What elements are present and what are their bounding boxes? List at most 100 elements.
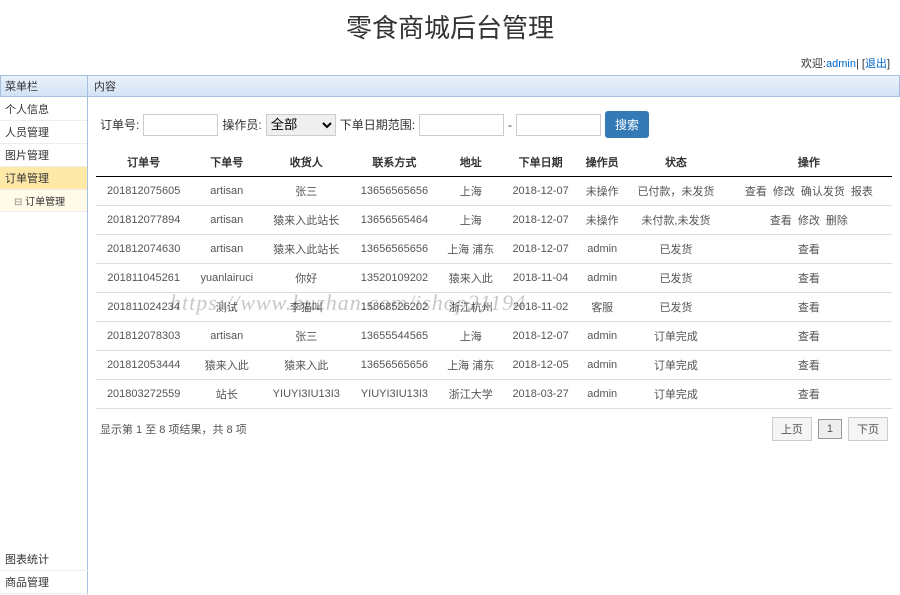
cell-op: admin	[578, 235, 626, 264]
cell-date: 2018-12-07	[503, 206, 578, 235]
action-link[interactable]: 查看	[798, 273, 820, 285]
action-link[interactable]: 查看	[798, 302, 820, 314]
action-link[interactable]: 查看	[798, 360, 820, 372]
action-link[interactable]: 修改	[773, 186, 795, 198]
action-link[interactable]: 删除	[826, 215, 848, 227]
table-row: 201803272559站长YIUYI3IU13I3YIUYI3IU13I3浙江…	[96, 380, 892, 409]
cell-status: 订单完成	[626, 351, 726, 380]
cell-placer: yuanlairuci	[191, 264, 262, 293]
cell-placer: 站长	[191, 380, 262, 409]
date-from-input[interactable]	[419, 114, 504, 136]
cell-actions: 查看	[726, 322, 892, 351]
col-header: 操作	[726, 148, 892, 177]
cell-addr: 上海	[439, 177, 503, 206]
order-no-input[interactable]	[143, 114, 218, 136]
cell-date: 2018-12-07	[503, 322, 578, 351]
action-link[interactable]: 查看	[798, 331, 820, 343]
prev-page-button[interactable]: 上页	[772, 417, 812, 441]
sidebar-subitem-orders[interactable]: ⊟ 订单管理	[0, 190, 87, 212]
cell-phone: 13520109202	[350, 264, 438, 293]
table-row: 201811045261yuanlairuci你好13520109202猿来入此…	[96, 264, 892, 293]
cell-receiver: 张三	[262, 177, 350, 206]
action-link[interactable]: 修改	[798, 215, 820, 227]
username-link[interactable]: admin	[826, 58, 856, 70]
welcome-text: 欢迎:	[801, 58, 826, 70]
cell-placer: artisan	[191, 235, 262, 264]
cell-phone: 13656565656	[350, 235, 438, 264]
cell-addr: 猿来入此	[439, 264, 503, 293]
cell-receiver: YIUYI3IU13I3	[262, 380, 350, 409]
table-row: 201812074630artisan猿来入此站长13656565656上海 浦…	[96, 235, 892, 264]
summary-text: 显示第 1 至 8 项结果，共 8 项	[100, 421, 247, 437]
cell-receiver: 李猫叫	[262, 293, 350, 322]
cell-op: admin	[578, 264, 626, 293]
sidebar: 菜单栏 个人信息 人员管理 图片管理 订单管理 ⊟ 订单管理 图表统计 商品管理	[0, 75, 88, 595]
col-header: 地址	[439, 148, 503, 177]
cell-op: 未操作	[578, 177, 626, 206]
cell-status: 已发货	[626, 293, 726, 322]
cell-addr: 上海 浦东	[439, 351, 503, 380]
operator-select[interactable]: 全部	[266, 114, 336, 136]
logout-link[interactable]: 退出	[865, 58, 887, 70]
cell-orderNo: 201812074630	[96, 235, 191, 264]
cell-date: 2018-11-02	[503, 293, 578, 322]
table-row: 201812053444猿来入此猿来入此13656565656上海 浦东2018…	[96, 351, 892, 380]
cell-orderNo: 201812077894	[96, 206, 191, 235]
col-header: 订单号	[96, 148, 191, 177]
cell-actions: 查看	[726, 264, 892, 293]
table-footer: 显示第 1 至 8 项结果，共 8 项 上页 1 下页	[96, 409, 892, 449]
sidebar-item-images[interactable]: 图片管理	[0, 144, 87, 167]
table-row: 201812078303artisan张三13655544565上海2018-1…	[96, 322, 892, 351]
cell-op: admin	[578, 322, 626, 351]
col-header: 状态	[626, 148, 726, 177]
page-number[interactable]: 1	[818, 419, 842, 439]
cell-actions: 查看	[726, 235, 892, 264]
action-link[interactable]: 查看	[798, 244, 820, 256]
cell-phone: 15868526202	[350, 293, 438, 322]
cell-addr: 上海	[439, 206, 503, 235]
sidebar-item-orders[interactable]: 订单管理	[0, 167, 87, 190]
cell-orderNo: 201812078303	[96, 322, 191, 351]
cell-date: 2018-12-07	[503, 177, 578, 206]
operator-label: 操作员:	[222, 116, 261, 133]
cell-placer: 猿来入此	[191, 351, 262, 380]
cell-status: 已发货	[626, 264, 726, 293]
pager: 上页 1 下页	[772, 417, 888, 441]
action-link[interactable]: 报表	[851, 186, 873, 198]
sidebar-item-charts[interactable]: 图表统计	[0, 548, 88, 571]
table-row: 201811024234测试李猫叫15868526202浙江杭州2018-11-…	[96, 293, 892, 322]
cell-receiver: 张三	[262, 322, 350, 351]
sidebar-item-users[interactable]: 人员管理	[0, 121, 87, 144]
date-to-input[interactable]	[516, 114, 601, 136]
content-header: 内容	[88, 75, 900, 97]
cell-placer: artisan	[191, 206, 262, 235]
cell-placer: artisan	[191, 177, 262, 206]
col-header: 下单号	[191, 148, 262, 177]
app-header: 零食商城后台管理	[0, 0, 900, 53]
cell-phone: 13656565656	[350, 177, 438, 206]
cell-op: 未操作	[578, 206, 626, 235]
search-button[interactable]: 搜索	[605, 111, 649, 138]
cell-actions: 查看	[726, 351, 892, 380]
next-page-button[interactable]: 下页	[848, 417, 888, 441]
cell-actions: 查看	[726, 380, 892, 409]
sidebar-item-profile[interactable]: 个人信息	[0, 98, 87, 121]
action-link[interactable]: 查看	[798, 389, 820, 401]
cell-orderNo: 201803272559	[96, 380, 191, 409]
action-link[interactable]: 查看	[770, 215, 792, 227]
cell-addr: 上海 浦东	[439, 235, 503, 264]
tree-node-icon: ⊟	[14, 197, 25, 208]
cell-status: 已付款，未发货	[626, 177, 726, 206]
sidebar-item-goods[interactable]: 商品管理	[0, 571, 88, 594]
cell-status: 已发货	[626, 235, 726, 264]
cell-addr: 浙江杭州	[439, 293, 503, 322]
cell-addr: 上海	[439, 322, 503, 351]
cell-op: admin	[578, 351, 626, 380]
cell-actions: 查看	[726, 293, 892, 322]
cell-orderNo: 201811024234	[96, 293, 191, 322]
action-link[interactable]: 确认发货	[801, 186, 845, 198]
cell-placer: 测试	[191, 293, 262, 322]
cell-placer: artisan	[191, 322, 262, 351]
action-link[interactable]: 查看	[745, 186, 767, 198]
cell-phone: 13656565656	[350, 351, 438, 380]
